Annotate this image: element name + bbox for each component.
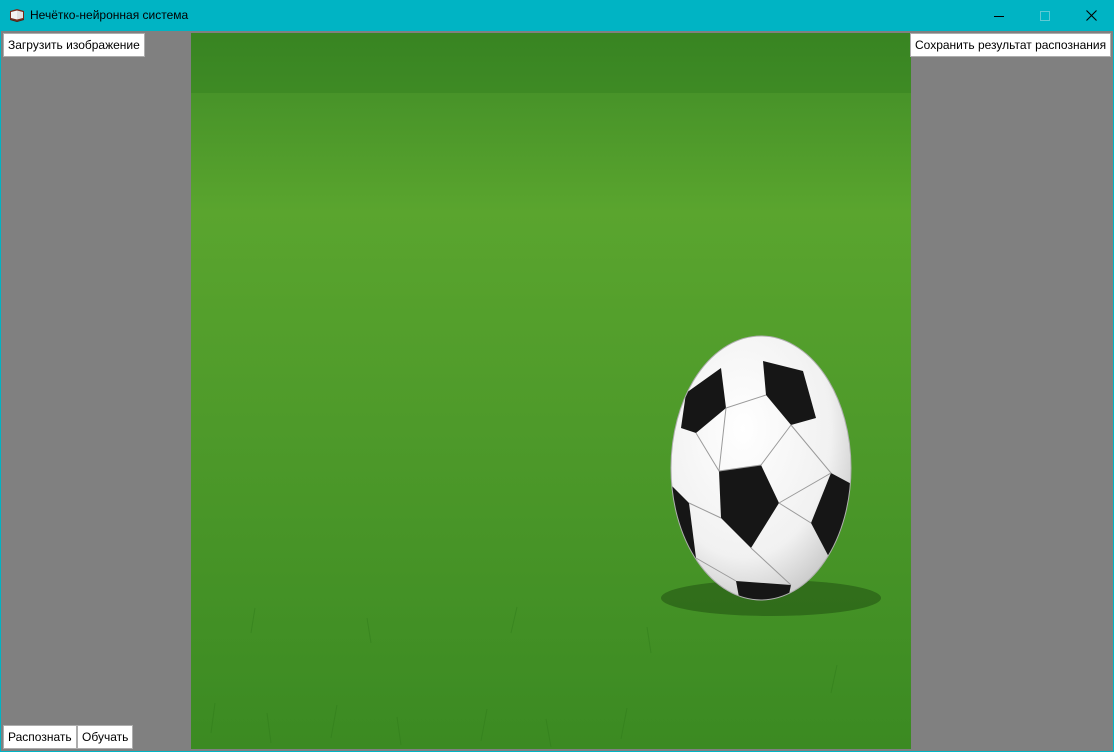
recognize-button[interactable]: Распознать — [3, 725, 77, 749]
title-bar[interactable]: Нечётко-нейронная система — [0, 0, 1114, 31]
maximize-button[interactable] — [1022, 0, 1068, 31]
maximize-icon — [1040, 10, 1050, 21]
load-image-button[interactable]: Загрузить изображение — [3, 33, 145, 57]
window-title: Нечётко-нейронная система — [30, 8, 189, 22]
soccer-ball-on-grass-image — [191, 33, 911, 749]
train-button[interactable]: Обучать — [77, 725, 134, 749]
image-display — [191, 33, 911, 749]
save-result-button[interactable]: Сохранить результат распознания — [910, 33, 1112, 57]
close-icon — [1085, 10, 1097, 21]
book-icon — [9, 8, 25, 22]
client-area: Загрузить изображение Сохранить результа… — [1, 31, 1113, 751]
app-window: Нечётко-нейронная система Загрузить изоб… — [0, 0, 1114, 752]
minimize-icon — [994, 15, 1004, 17]
minimize-button[interactable] — [976, 0, 1022, 31]
close-button[interactable] — [1068, 0, 1114, 31]
